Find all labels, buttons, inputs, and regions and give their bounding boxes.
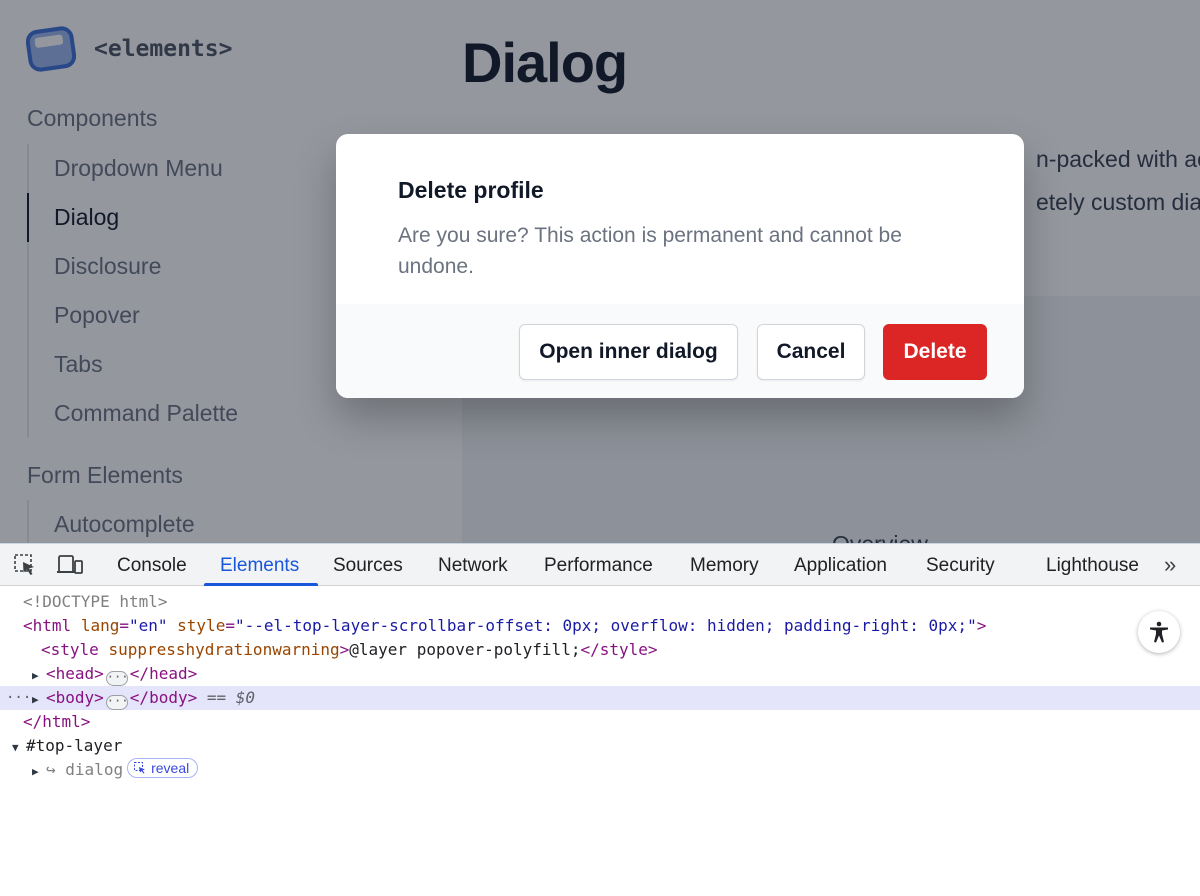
style-attr: suppresshydrationwarning bbox=[108, 640, 340, 659]
doctype-text: <!DOCTYPE html> bbox=[23, 592, 168, 611]
devtools-panel: Console Elements Sources Network Perform… bbox=[0, 543, 1200, 896]
more-tabs-chevron-icon[interactable]: » bbox=[1164, 552, 1176, 578]
tab-console[interactable]: Console bbox=[117, 544, 187, 586]
head-open-tag: <head> bbox=[46, 664, 104, 683]
html-attr-style-value: "--el-top-layer-scrollbar-offset: 0px; o… bbox=[234, 616, 977, 635]
dom-node-html[interactable]: <html lang="en" style="--el-top-layer-sc… bbox=[0, 614, 1200, 638]
dom-node-html-close[interactable]: </html> bbox=[0, 710, 1200, 734]
accessibility-icon bbox=[1150, 621, 1168, 643]
tab-lighthouse[interactable]: Lighthouse bbox=[1046, 544, 1139, 586]
dialog-body: Delete profile Are you sure? This action… bbox=[336, 134, 1024, 304]
cancel-button[interactable]: Cancel bbox=[757, 324, 865, 380]
delete-button[interactable]: Delete bbox=[883, 324, 987, 380]
tab-sources[interactable]: Sources bbox=[333, 544, 403, 586]
expand-triangle-icon[interactable]: ▶ bbox=[32, 664, 46, 688]
dom-node-top-layer[interactable]: ▼ #top-layer bbox=[0, 734, 1200, 758]
body-close-tag: </body> bbox=[129, 688, 198, 707]
accessibility-tree-button[interactable] bbox=[1138, 611, 1180, 653]
collapsed-ellipsis[interactable]: ··· bbox=[105, 695, 128, 710]
dialog-description: Are you sure? This action is permanent a… bbox=[398, 224, 902, 278]
html-attr-style: style bbox=[177, 616, 226, 635]
devtools-toolbar: Console Elements Sources Network Perform… bbox=[0, 544, 1200, 586]
device-toolbar-icon[interactable] bbox=[56, 554, 84, 576]
tab-memory[interactable]: Memory bbox=[690, 544, 759, 586]
style-text: @layer popover-polyfill; bbox=[349, 640, 581, 659]
tab-network[interactable]: Network bbox=[438, 544, 508, 586]
expand-triangle-icon[interactable]: ▶ bbox=[32, 760, 46, 784]
style-close-tag: </style> bbox=[580, 640, 658, 659]
dom-node-style[interactable]: <style suppresshydrationwarning>@layer p… bbox=[0, 638, 1200, 662]
tab-security[interactable]: Security bbox=[926, 544, 995, 586]
node-actions-icon[interactable]: ··· bbox=[6, 686, 31, 710]
html-attr-lang-value: "en" bbox=[128, 616, 168, 635]
style-open-tag: <style bbox=[41, 640, 99, 659]
top-layer-dialog-node: dialog bbox=[65, 760, 124, 779]
tab-application[interactable]: Application bbox=[794, 544, 887, 586]
style-gt: > bbox=[339, 640, 350, 659]
open-inner-dialog-button[interactable]: Open inner dialog bbox=[519, 324, 738, 380]
delete-profile-dialog: Delete profile Are you sure? This action… bbox=[336, 134, 1024, 398]
tab-elements[interactable]: Elements bbox=[220, 544, 299, 586]
dom-node-body-selected[interactable]: ··· ▶ <body> ···</body> == $0 bbox=[0, 686, 1200, 710]
inspect-element-icon[interactable] bbox=[14, 554, 38, 576]
dom-node-top-layer-dialog[interactable]: ▶ ↪ dialog reveal bbox=[0, 758, 1200, 782]
dialog-title: Delete profile bbox=[398, 177, 544, 203]
html-attr-lang: lang bbox=[80, 616, 120, 635]
html-open-tag: <html bbox=[23, 616, 72, 635]
reveal-icon bbox=[134, 762, 146, 774]
collapsed-ellipsis[interactable]: ··· bbox=[105, 671, 128, 686]
head-close-tag: </head> bbox=[129, 664, 198, 683]
html-open-close: > bbox=[976, 616, 987, 635]
reveal-label: reveal bbox=[151, 760, 190, 776]
selected-node-marker: == $0 bbox=[206, 688, 256, 707]
dom-node-doctype[interactable]: <!DOCTYPE html> bbox=[0, 590, 1200, 614]
dialog-footer: Open inner dialog Cancel Delete bbox=[336, 304, 1024, 398]
collapse-triangle-icon[interactable]: ▼ bbox=[12, 736, 26, 760]
html-close-tag: </html> bbox=[23, 712, 91, 731]
reveal-button[interactable]: reveal bbox=[127, 758, 199, 778]
active-tab-indicator bbox=[204, 583, 318, 586]
expand-triangle-icon[interactable]: ▶ bbox=[32, 688, 46, 712]
body-open-tag: <body> bbox=[46, 688, 104, 707]
dom-node-head[interactable]: ▶ <head> ···</head> bbox=[0, 662, 1200, 686]
tab-performance[interactable]: Performance bbox=[544, 544, 653, 586]
top-layer-label: #top-layer bbox=[26, 736, 123, 755]
top-layer-arrow-icon: ↪ bbox=[46, 760, 56, 779]
